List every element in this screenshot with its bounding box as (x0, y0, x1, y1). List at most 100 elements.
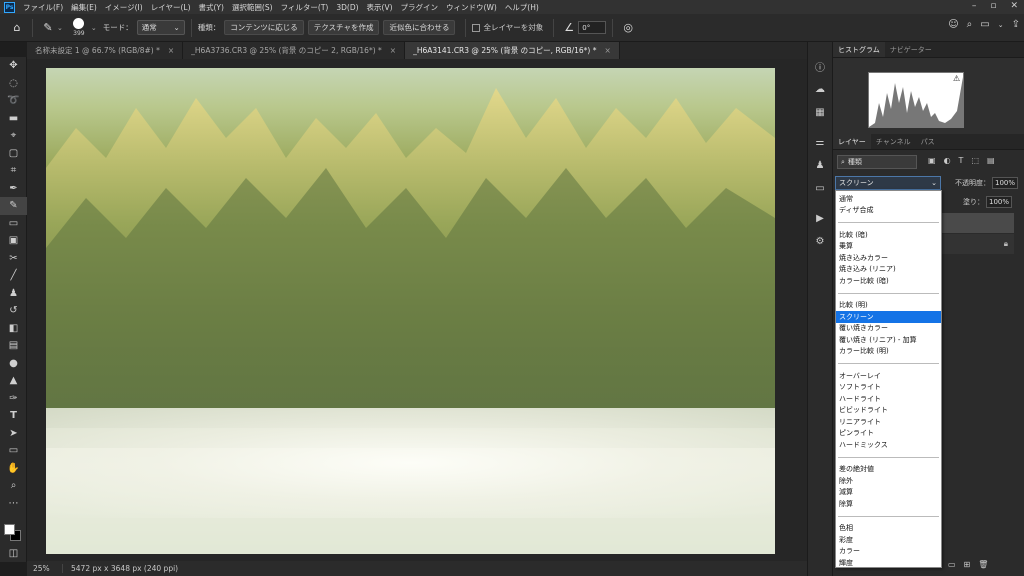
filter-smart-object-icon[interactable]: ▤ (987, 156, 995, 165)
tab-navigator[interactable]: ナビゲーター (885, 42, 937, 57)
menu-image[interactable]: イメージ(I) (101, 2, 147, 13)
filter-pixel-icon[interactable]: ▣ (928, 156, 936, 165)
clone-stamp-tool-icon[interactable]: ♟ (0, 285, 27, 303)
warning-icon[interactable]: ⚠ (953, 74, 960, 83)
new-group-icon[interactable]: ▭ (948, 560, 956, 569)
chevron-down-icon[interactable]: ⌄ (57, 24, 63, 32)
menu-help[interactable]: ヘルプ(H) (501, 2, 543, 13)
zoom-level[interactable]: 25% (27, 564, 63, 573)
sample-all-layers-checkbox[interactable] (472, 23, 481, 32)
blend-mode-option[interactable]: 除算 (836, 498, 941, 510)
blend-mode-option[interactable]: 色相 (836, 523, 941, 535)
blend-mode-option[interactable]: 焼き込み (リニア) (836, 264, 941, 276)
menu-3d[interactable]: 3D(D) (332, 3, 362, 12)
tab-document-2[interactable]: _H6A3736.CR3 @ 25% (背景 のコピー 2, RGB/16*) … (183, 42, 406, 59)
menu-window[interactable]: ウィンドウ(W) (442, 2, 501, 13)
menu-edit[interactable]: 編集(E) (67, 2, 101, 13)
healing-brush-tool-icon[interactable]: ▭ (0, 215, 27, 233)
eyedropper-tool-icon[interactable]: ✒ (0, 180, 27, 198)
gradient-tool-icon[interactable]: ▤ (0, 337, 27, 355)
tab-channels[interactable]: チャンネル (871, 134, 916, 149)
mode-select[interactable]: 通常 ⌄ (136, 20, 185, 35)
type-tool-icon[interactable]: T (0, 407, 27, 425)
layer-filter-select[interactable]: ⌕ 種類 (837, 155, 917, 169)
tab-paths[interactable]: パス (916, 134, 940, 149)
blend-mode-option[interactable]: スクリーン (836, 311, 941, 323)
workspace-icon[interactable]: ▭ (980, 19, 989, 30)
frame-tool-icon[interactable]: ▢ (0, 145, 27, 163)
hand-tool-icon[interactable]: ✋ (0, 460, 27, 478)
blend-mode-option[interactable]: ビビッドライト (836, 405, 941, 417)
blend-mode-option[interactable]: 覆い焼きカラー (836, 323, 941, 335)
blend-mode-option[interactable]: 乗算 (836, 241, 941, 253)
filter-type-icon[interactable]: T (959, 156, 964, 165)
document-image[interactable] (46, 68, 775, 554)
blend-mode-option[interactable]: ハードライト (836, 393, 941, 405)
menu-plugins[interactable]: プラグイン (397, 2, 443, 13)
tab-document-1[interactable]: 名称未設定 1 @ 66.7% (RGB/8#) * × (27, 42, 184, 59)
zoom-tool-icon[interactable]: ⌕ (0, 477, 27, 495)
blend-mode-option[interactable]: ディザ合成 (836, 205, 941, 217)
foreground-color-swatch[interactable] (4, 524, 15, 535)
menu-file[interactable]: ファイル(F) (19, 2, 67, 13)
blend-mode-option[interactable]: ソフトライト (836, 382, 941, 394)
layer-row[interactable] (941, 213, 1014, 233)
layer-row[interactable]: 🔒︎ (941, 234, 1014, 254)
dodge-tool-icon[interactable]: ▲ (0, 372, 27, 390)
new-layer-icon[interactable]: ⊞ (964, 560, 971, 569)
content-aware-move-icon[interactable]: ✂ (0, 250, 27, 268)
blend-mode-option[interactable]: カラー比較 (暗) (836, 275, 941, 287)
pressure-size-icon[interactable]: ◎ (619, 19, 637, 37)
lasso-tool-icon[interactable]: ➰ (0, 92, 27, 110)
share-icon[interactable]: ☺ (948, 19, 958, 30)
clone-source-icon[interactable]: ♟ (808, 155, 832, 175)
create-texture-button[interactable]: テクスチャを作成 (307, 20, 380, 35)
info-icon[interactable]: ⓘ (808, 56, 832, 76)
marquee-tool-icon[interactable]: ◌ (0, 75, 27, 93)
blend-mode-option[interactable]: 焼き込みカラー (836, 252, 941, 264)
adjustments-icon[interactable]: ⚌ (808, 132, 832, 152)
quick-mask-icon[interactable]: ◫ (0, 545, 27, 563)
menu-filter[interactable]: フィルター(T) (277, 2, 333, 13)
blend-mode-option[interactable]: 輝度 (836, 557, 941, 569)
blend-mode-option[interactable]: 減算 (836, 487, 941, 499)
blend-mode-option[interactable]: カラー比較 (明) (836, 346, 941, 358)
patch-tool-icon[interactable]: ▣ (0, 232, 27, 250)
sliders-icon[interactable]: ⚙ (808, 231, 832, 251)
angle-input[interactable]: 0° (578, 21, 607, 34)
blend-mode-select[interactable]: スクリーン ⌄ (835, 176, 941, 190)
history-brush-tool-icon[interactable]: ↺ (0, 302, 27, 320)
brush-preset-picker[interactable]: 399 (69, 18, 89, 37)
pen-tool-icon[interactable]: ✑ (0, 390, 27, 408)
close-icon[interactable]: ✕ (1010, 1, 1018, 11)
blend-mode-option[interactable]: ハードミックス (836, 439, 941, 451)
blend-mode-option[interactable]: オーバーレイ (836, 370, 941, 382)
content-aware-button[interactable]: コンテンツに応じる (224, 20, 304, 35)
blend-mode-option[interactable]: カラー (836, 546, 941, 558)
eraser-tool-icon[interactable]: ◧ (0, 320, 27, 338)
blend-mode-option[interactable]: リニアライト (836, 416, 941, 428)
spot-healing-brush-tool-icon[interactable]: ✎ (0, 197, 27, 215)
blend-mode-option[interactable]: ピンライト (836, 428, 941, 440)
play-icon[interactable]: ▶ (808, 208, 832, 228)
menu-view[interactable]: 表示(V) (363, 2, 397, 13)
blend-mode-option[interactable]: 通常 (836, 193, 941, 205)
proximity-match-button[interactable]: 近似色に合わせる (383, 20, 456, 35)
blend-mode-option[interactable]: 差の絶対値 (836, 464, 941, 476)
menu-select[interactable]: 選択範囲(S) (228, 2, 277, 13)
filter-shape-icon[interactable]: ⬚ (971, 156, 979, 165)
move-tool-icon[interactable]: ✥ (0, 57, 27, 75)
blur-tool-icon[interactable]: ● (0, 355, 27, 373)
blend-mode-option[interactable]: 彩度 (836, 534, 941, 546)
swatches-icon[interactable]: ▦ (808, 102, 832, 122)
blend-mode-option[interactable]: 覆い焼き (リニア) - 加算 (836, 334, 941, 346)
brush-tool-icon[interactable]: ╱ (0, 267, 27, 285)
search-icon[interactable]: ⌕ (967, 19, 973, 30)
chevron-down-icon[interactable]: ⌄ (998, 21, 1004, 29)
close-icon[interactable]: × (390, 46, 396, 55)
blend-mode-option[interactable]: 比較 (明) (836, 300, 941, 312)
libraries-icon[interactable]: ☁ (808, 79, 832, 99)
crop-tool-icon[interactable]: ⌗ (0, 162, 27, 180)
tab-layers[interactable]: レイヤー (833, 134, 871, 149)
close-icon[interactable]: × (168, 46, 174, 55)
